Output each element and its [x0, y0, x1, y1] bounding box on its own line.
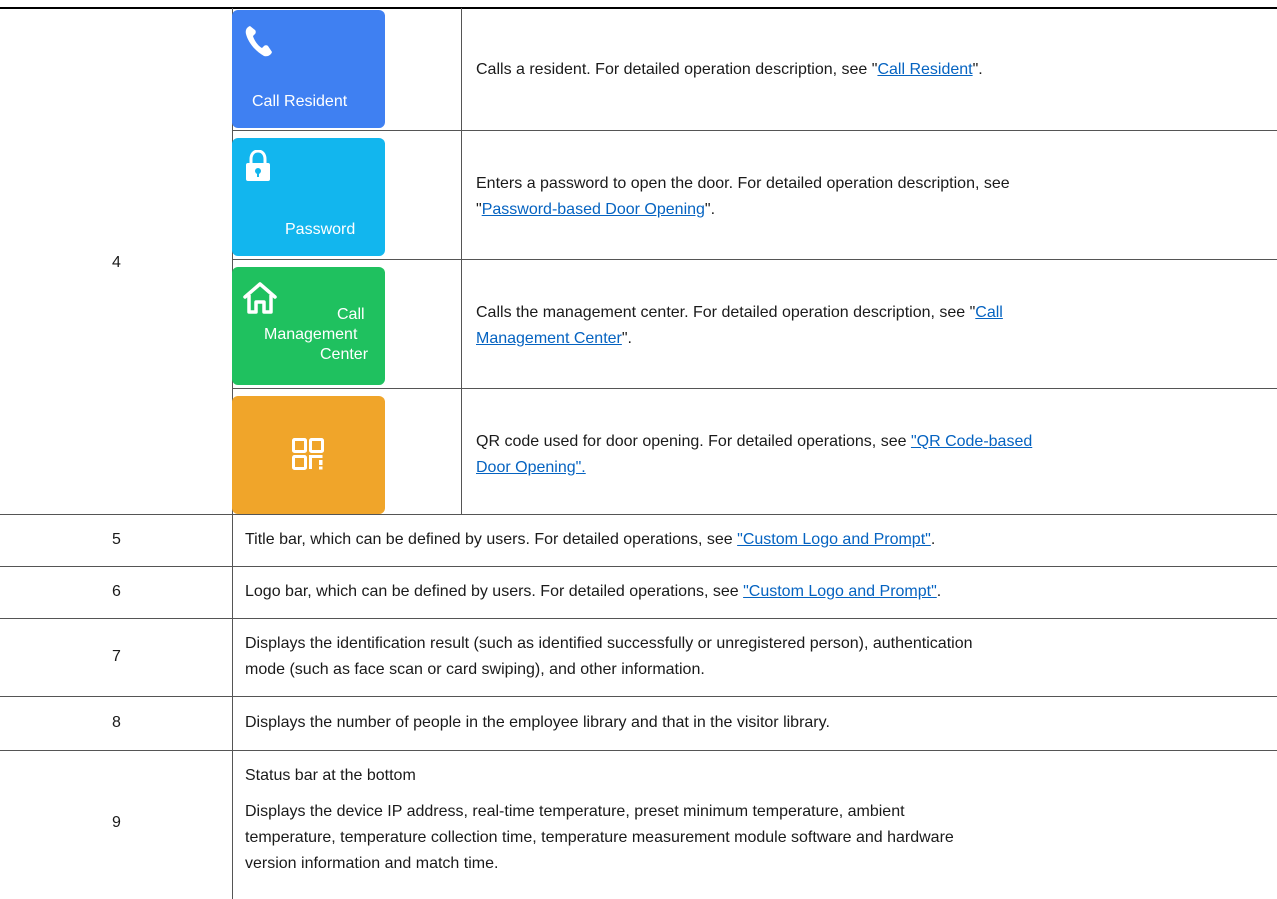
link-call-management-center[interactable]: Call [975, 304, 1003, 321]
description-line: Displays the device IP address, real-tim… [245, 803, 905, 820]
tile-label-call-resident: Call Resident [252, 93, 348, 110]
row-divider [232, 259, 1277, 260]
description-text: QR code used for door opening. For detai… [476, 433, 911, 450]
description-line: mode (such as face scan or card swiping)… [245, 661, 705, 678]
column-divider-icon [461, 8, 462, 514]
link-custom-logo-prompt[interactable]: "Custom Logo and Prompt" [743, 583, 937, 600]
document-page: 4 Call Resident Calls a resident. For de… [0, 0, 1277, 899]
row-divider [0, 566, 1277, 567]
row-number-8: 8 [112, 714, 121, 731]
description-logo-bar: Logo bar, which can be defined by users.… [245, 579, 941, 605]
home-icon [243, 282, 277, 314]
row-divider [0, 750, 1277, 751]
row-number-9: 9 [112, 814, 121, 831]
link-qr-code-door-opening-cont[interactable]: Door Opening". [476, 459, 586, 476]
tile-label-password: Password [285, 221, 356, 238]
phone-icon [245, 26, 272, 57]
tile-label-call: Call [337, 306, 365, 323]
link-custom-logo-prompt[interactable]: "Custom Logo and Prompt" [737, 531, 931, 548]
row-number-5: 5 [112, 531, 121, 548]
table-top-border [0, 7, 1277, 9]
description-call-resident: Calls a resident. For detailed operation… [476, 57, 983, 83]
description-line: temperature, temperature collection time… [245, 829, 954, 846]
description-password: Enters a password to open the door. For … [476, 171, 1010, 223]
description-tail: . [936, 583, 942, 600]
description-text: Calls a resident. For detailed operation… [476, 61, 878, 78]
row-number-6: 6 [112, 583, 121, 600]
description-tail: ". [621, 330, 632, 347]
link-password-door-opening[interactable]: Password-based Door Opening [482, 201, 705, 218]
call-management-center-tile: Call Management Center [232, 267, 385, 385]
row-divider [0, 696, 1277, 697]
description-qr-code: QR code used for door opening. For detai… [476, 429, 1032, 481]
description-heading: Status bar at the bottom [245, 767, 416, 784]
password-tile: Password [232, 138, 385, 256]
description-tail: ". [704, 201, 716, 218]
row-divider [0, 514, 1277, 515]
row-divider [232, 130, 1277, 131]
description-line: version information and match time. [245, 855, 499, 872]
description-library-count: Displays the number of people in the emp… [245, 714, 830, 731]
tile-label-management: Management [264, 326, 358, 343]
description-tail: . [930, 531, 936, 548]
qr-code-tile [232, 396, 385, 514]
row-divider [232, 388, 1277, 389]
call-resident-tile: Call Resident [232, 10, 385, 128]
description-tail: ". [972, 61, 983, 78]
description-line: Displays the identification result (such… [245, 635, 973, 652]
row-number-4: 4 [112, 254, 121, 271]
tile-label-center: Center [320, 346, 369, 363]
link-call-resident[interactable]: Call Resident [877, 61, 972, 78]
description-title-bar: Title bar, which can be defined by users… [245, 527, 935, 553]
description-call-management-center: Calls the management center. For detaile… [476, 300, 1003, 352]
lock-icon [246, 150, 270, 181]
row-number-7: 7 [112, 648, 121, 665]
qr-code-icon [292, 438, 324, 470]
description-text: Title bar, which can be defined by users… [245, 531, 738, 548]
link-qr-code-door-opening[interactable]: "QR Code-based [911, 433, 1032, 450]
row-divider [0, 618, 1277, 619]
description-text: Enters a password to open the door. For … [476, 175, 1010, 192]
link-call-management-center-cont[interactable]: Management Center [476, 330, 622, 347]
description-text: Calls the management center. For detaile… [476, 304, 976, 321]
description-identification-result: Displays the identification result (such… [245, 631, 973, 683]
description-status-bar: Status bar at the bottom Displays the de… [245, 763, 954, 877]
description-text: Logo bar, which can be defined by users.… [245, 583, 744, 600]
